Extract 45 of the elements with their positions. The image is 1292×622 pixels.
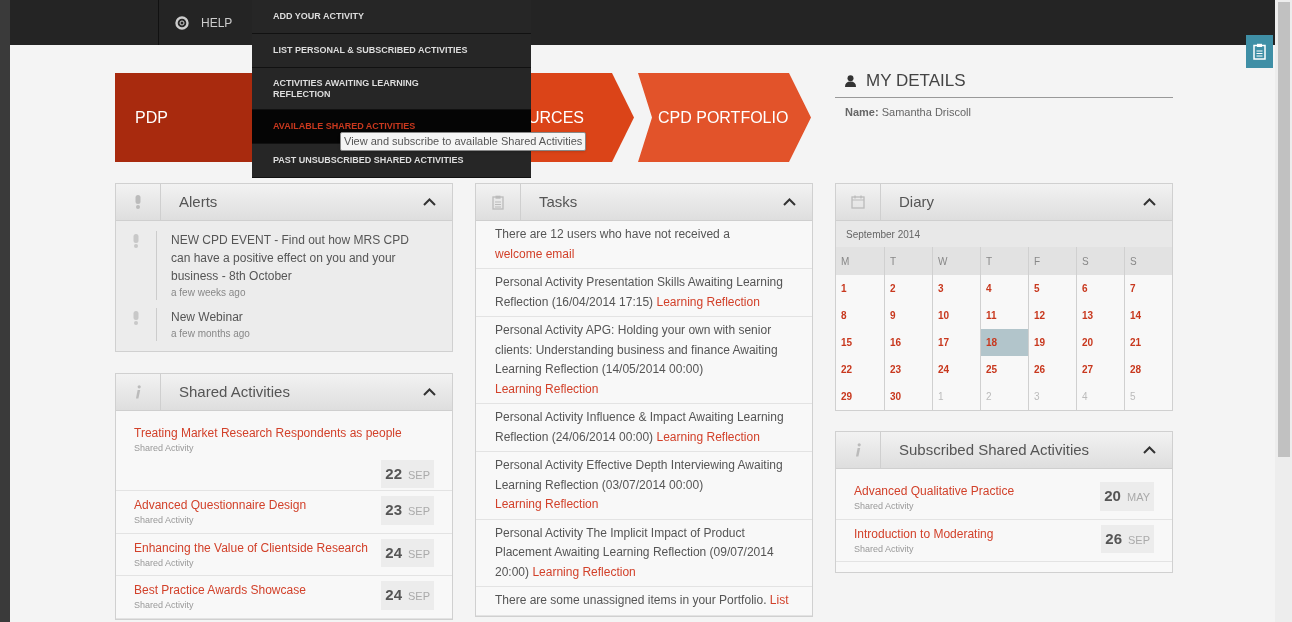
- date-day: 24: [385, 584, 402, 607]
- weekday-label: S: [1076, 247, 1124, 275]
- activity-type: Shared Activity: [134, 442, 195, 455]
- panel-title: Alerts: [179, 191, 218, 212]
- date-day: 24: [385, 541, 402, 564]
- panel-title: Shared Activities: [179, 381, 290, 402]
- task-text: There are 12 users who have not received a welcome email: [495, 226, 731, 263]
- tooltip: View and subscribe to available Shared Activities: [340, 132, 587, 151]
- activity-type: Shared Activity: [134, 514, 195, 527]
- panel-title: Tasks: [539, 191, 578, 212]
- task-text: Personal Activity Presentation Skills Awaiting Learning Reflection (16/04/2014 17:15) Learning Reflection: [495, 274, 784, 311]
- date-month: SEP: [408, 546, 430, 562]
- task-text: Personal Activity Effective Depth Interviewing Awaiting Learning Reflection (03/07/2014 00:00) Learning Reflection: [495, 457, 784, 513]
- alert-time: a few months ago: [171, 327, 250, 341]
- activity-type: Shared Activity: [854, 500, 915, 513]
- alert-text: NEW CPD EVENT - Find out how MRS CPD can have a positive effect on you and your business - 8th October: [171, 232, 410, 285]
- date-month: SEP: [408, 504, 430, 519]
- panel-title: Subscribed Shared Activities: [899, 439, 1090, 460]
- weekday-label: S: [1124, 247, 1172, 275]
- date-day: 20: [1104, 485, 1121, 508]
- activity-type: Shared Activity: [134, 556, 195, 570]
- alert-text: New Webinar: [171, 309, 244, 326]
- task-text: Personal Activity The Implicit Impact of Product Placement Awaiting Learning Reflection (09/07/2014 20:00) Learning Reflection: [495, 524, 775, 581]
- activity-type: Shared Activity: [854, 542, 915, 556]
- date-day: 26: [1105, 527, 1122, 550]
- weekday-label: T: [884, 247, 932, 275]
- alert-time: a few weeks ago: [171, 286, 247, 300]
- date-month: SEP: [408, 589, 430, 604]
- panel-title: Diary: [899, 191, 934, 212]
- activity-type: Shared Activity: [134, 599, 195, 612]
- weekday-label: M: [836, 247, 884, 275]
- task-text: Personal Activity APG: Holding your own with senior clients: Understanding business and finance Awaiting Learning Reflection (14/05/2014 00:00) Learning Reflection: [495, 322, 779, 398]
- weekday-label: F: [1028, 247, 1076, 275]
- weekday-label: T: [980, 247, 1028, 275]
- name-detail: Name: Samantha Driscoll: [844, 104, 972, 120]
- calendar-month: September 2014: [836, 221, 1172, 247]
- task-text: Personal Activity Influence & Impact Awaiting Learning Reflection (24/06/2014 00:00) Learning Reflection: [495, 409, 785, 446]
- date-day: 23: [385, 499, 402, 522]
- date-day: 22: [385, 462, 402, 485]
- date-month: SEP: [408, 467, 430, 483]
- date-month: SEP: [1128, 532, 1150, 548]
- task-text: There are some unassigned items in your Portfolio. List: [495, 592, 790, 609]
- weekday-label: W: [932, 247, 980, 275]
- my-details-title: MY DETAILS: [866, 70, 966, 92]
- date-month: MAY: [1126, 490, 1150, 505]
